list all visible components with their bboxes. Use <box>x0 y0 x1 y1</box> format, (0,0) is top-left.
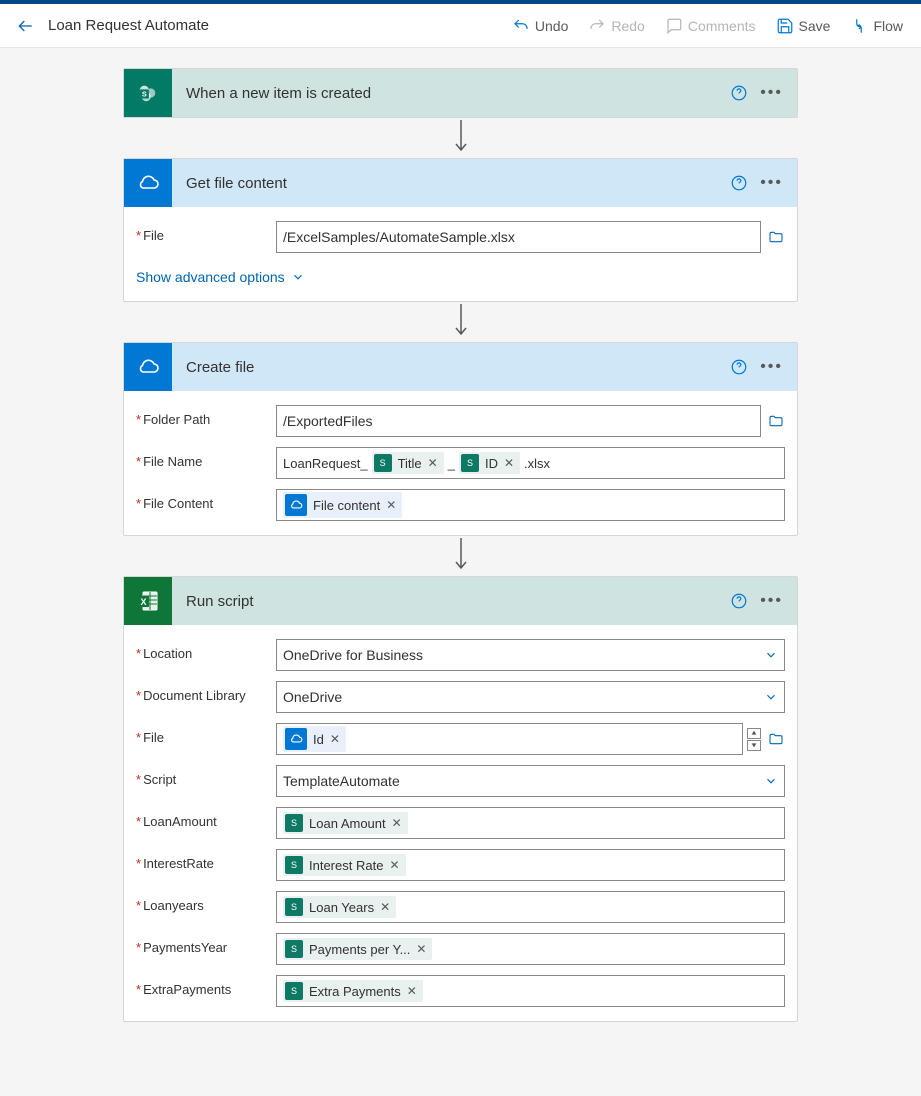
paymentsyear-label: *PaymentsYear <box>136 933 276 955</box>
help-icon[interactable] <box>730 592 748 610</box>
onedrive-icon <box>124 343 172 391</box>
getfile-card: Get file content ••• *File /ExcelSamples… <box>123 158 798 302</box>
extrapayments-label: *ExtraPayments <box>136 975 276 997</box>
loanyears-label: *Loanyears <box>136 891 276 913</box>
token-remove-icon[interactable]: ✕ <box>330 732 340 746</box>
file-input[interactable]: Id✕ <box>276 723 743 755</box>
flow-icon <box>850 17 868 35</box>
chevron-down-icon <box>291 270 305 284</box>
file-content-label: *File Content <box>136 489 276 511</box>
page-title: Loan Request Automate <box>48 17 504 34</box>
svg-text:S: S <box>142 90 147 99</box>
runscript-header[interactable]: X Run script ••• <box>124 577 797 625</box>
script-select[interactable]: TemplateAutomate <box>276 765 785 797</box>
redo-icon <box>588 17 606 35</box>
token-file-id[interactable]: Id✕ <box>283 726 346 752</box>
folder-path-input[interactable]: /ExportedFiles <box>276 405 761 437</box>
extrapayments-input[interactable]: SExtra Payments✕ <box>276 975 785 1007</box>
token-file-content[interactable]: File content✕ <box>283 492 402 518</box>
loanyears-input[interactable]: SLoan Years✕ <box>276 891 785 923</box>
interestrate-label: *InterestRate <box>136 849 276 871</box>
help-icon[interactable] <box>730 358 748 376</box>
comments-button: Comments <box>657 13 764 39</box>
token-remove-icon[interactable]: ✕ <box>392 816 402 830</box>
file-stepper[interactable] <box>747 728 761 751</box>
token-title[interactable]: STitle✕ <box>372 452 444 474</box>
token-remove-icon[interactable]: ✕ <box>380 900 390 914</box>
file-content-input[interactable]: File content✕ <box>276 489 785 521</box>
createfile-card: Create file ••• *Folder Path /ExportedFi… <box>123 342 798 536</box>
trigger-card[interactable]: S When a new item is created ••• <box>123 68 798 118</box>
undo-button[interactable]: Undo <box>504 13 576 39</box>
token-remove-icon[interactable]: ✕ <box>389 858 399 872</box>
file-input[interactable]: /ExcelSamples/AutomateSample.xlsx <box>276 221 761 253</box>
help-icon[interactable] <box>730 84 748 102</box>
sharepoint-icon: S <box>124 69 172 117</box>
page-header: Loan Request Automate Undo Redo Comments… <box>0 4 921 48</box>
token-remove-icon[interactable]: ✕ <box>428 456 438 470</box>
token-loan-amount[interactable]: SLoan Amount✕ <box>283 812 408 834</box>
token-extra-payments[interactable]: SExtra Payments✕ <box>283 980 423 1002</box>
file-label: *File <box>136 723 276 745</box>
getfile-header[interactable]: Get file content ••• <box>124 159 797 207</box>
token-remove-icon[interactable]: ✕ <box>504 456 514 470</box>
advanced-options-toggle[interactable]: Show advanced options <box>136 267 785 287</box>
back-button[interactable] <box>10 10 42 42</box>
connector-arrow <box>454 118 468 158</box>
file-name-label: *File Name <box>136 447 276 469</box>
redo-button: Redo <box>580 13 652 39</box>
flow-checker-button[interactable]: Flow <box>842 13 911 39</box>
more-icon[interactable]: ••• <box>760 358 783 376</box>
connector-arrow <box>454 302 468 342</box>
location-select[interactable]: OneDrive for Business <box>276 639 785 671</box>
token-interest-rate[interactable]: SInterest Rate✕ <box>283 854 406 876</box>
folder-picker-icon[interactable] <box>767 229 785 245</box>
token-remove-icon[interactable]: ✕ <box>416 942 426 956</box>
excel-icon: X <box>124 577 172 625</box>
undo-icon <box>512 17 530 35</box>
chevron-down-icon <box>764 648 778 662</box>
save-button[interactable]: Save <box>768 13 839 39</box>
help-icon[interactable] <box>730 174 748 192</box>
folder-picker-icon[interactable] <box>767 413 785 429</box>
svg-text:X: X <box>140 597 146 607</box>
save-icon <box>776 17 794 35</box>
createfile-header[interactable]: Create file ••• <box>124 343 797 391</box>
library-select[interactable]: OneDrive <box>276 681 785 713</box>
createfile-title: Create file <box>172 359 730 376</box>
chevron-down-icon <box>764 774 778 788</box>
file-label: *File <box>136 221 276 243</box>
chevron-down-icon <box>764 690 778 704</box>
loanamount-input[interactable]: SLoan Amount✕ <box>276 807 785 839</box>
token-remove-icon[interactable]: ✕ <box>386 498 396 512</box>
flow-canvas: S When a new item is created ••• Get fil… <box>0 48 921 1052</box>
folder-path-label: *Folder Path <box>136 405 276 427</box>
trigger-title: When a new item is created <box>172 85 730 102</box>
token-id[interactable]: SID✕ <box>459 452 520 474</box>
getfile-title: Get file content <box>172 175 730 192</box>
more-icon[interactable]: ••• <box>760 592 783 610</box>
library-label: *Document Library <box>136 681 276 703</box>
runscript-card: X Run script ••• *Location OneDrive for … <box>123 576 798 1022</box>
script-label: *Script <box>136 765 276 787</box>
paymentsyear-input[interactable]: SPayments per Y...✕ <box>276 933 785 965</box>
folder-picker-icon[interactable] <box>767 731 785 747</box>
more-icon[interactable]: ••• <box>760 84 783 102</box>
comment-icon <box>665 17 683 35</box>
loanamount-label: *LoanAmount <box>136 807 276 829</box>
file-name-input[interactable]: LoanRequest_ STitle✕ _ SID✕ .xlsx <box>276 447 785 479</box>
location-label: *Location <box>136 639 276 661</box>
token-payments-year[interactable]: SPayments per Y...✕ <box>283 938 432 960</box>
more-icon[interactable]: ••• <box>760 174 783 192</box>
runscript-title: Run script <box>172 593 730 610</box>
token-remove-icon[interactable]: ✕ <box>407 984 417 998</box>
token-loan-years[interactable]: SLoan Years✕ <box>283 896 396 918</box>
connector-arrow <box>454 536 468 576</box>
interestrate-input[interactable]: SInterest Rate✕ <box>276 849 785 881</box>
onedrive-icon <box>124 159 172 207</box>
